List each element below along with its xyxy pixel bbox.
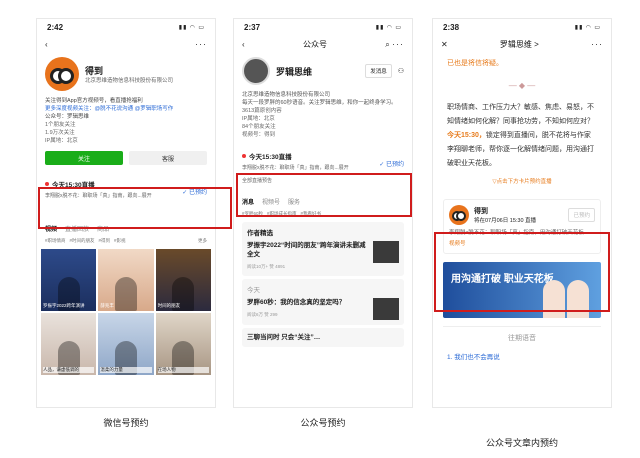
- message-button[interactable]: 发消息: [365, 64, 392, 78]
- search-icon[interactable]: ⌕ ···: [385, 39, 404, 50]
- follow-button[interactable]: 关注: [45, 151, 123, 165]
- live-dot-icon: [242, 154, 246, 158]
- caption-article: 公众号文章内预约: [485, 438, 558, 448]
- prev-section: 往期语音: [443, 326, 601, 343]
- video-thumb[interactable]: 温柔的力量: [98, 313, 154, 375]
- status-bar: 2:37 ▮▮ ◠ ▭: [244, 22, 402, 32]
- highlight-box: [236, 173, 412, 217]
- nav-bar: ✕ 罗辑思维 > ···: [433, 35, 611, 53]
- article-card[interactable]: 三聊当问时 只会“关注”…: [242, 328, 404, 347]
- tag[interactable]: #时间的朋友: [70, 238, 95, 244]
- back-icon[interactable]: ‹: [45, 40, 48, 49]
- account-link[interactable]: 罗辑思维 >: [500, 39, 539, 50]
- highlight-box: [38, 187, 232, 229]
- reserved-button[interactable]: 已预约: [568, 208, 595, 222]
- owl-logo-icon: [449, 205, 469, 225]
- profile-name: 罗辑思维: [276, 66, 313, 77]
- profile-header: 得到 北京思维造物信息科技股份有限公司: [37, 53, 215, 95]
- video-account-link[interactable]: 视频号：得到: [242, 131, 404, 139]
- back-icon[interactable]: ‹: [242, 40, 245, 49]
- video-thumb[interactable]: 罗振宇2022跨年演讲: [41, 249, 97, 311]
- divider-icon: — ◆ —: [508, 81, 536, 90]
- video-thumb[interactable]: 人品，谦虚低调的: [41, 313, 97, 375]
- tag-row: #职场情商 #时间的朋友 #得到 #影视 更多: [37, 236, 215, 246]
- article-body: 已也是将信将疑。 — ◆ — 职场情商、工作压力大？敏感、焦虑、易怒，不知情绪如…: [433, 53, 611, 193]
- caption-wechat: 微信号预约: [103, 418, 149, 428]
- video-thumb[interactable]: 薛兆丰: [98, 249, 154, 311]
- tag[interactable]: #职场情商: [45, 238, 66, 244]
- tag[interactable]: #得到: [99, 238, 111, 244]
- tag[interactable]: #影视: [114, 238, 126, 244]
- article-thumb: [373, 298, 399, 320]
- profile-info: 北京思维造物信息科技股份有限公司 每天一段罗胖的60秒语音。关注罗辑思维，和你一…: [234, 89, 412, 141]
- live-dot-icon: [45, 182, 49, 186]
- signal-icon: ▮▮ ◠ ▭: [574, 24, 601, 31]
- avatar: [242, 57, 270, 85]
- signal-icon: ▮▮ ◠ ▭: [178, 24, 205, 31]
- owl-logo-icon: [45, 57, 79, 91]
- article-card[interactable]: 作者精选 罗振宇2022“时间的朋友”跨年演讲未删减全文 阅读10万+ 赞 489…: [242, 222, 404, 276]
- profile-link[interactable]: 更多深度视频关注：@脱不花说沟通 @罗辑职场写作: [45, 105, 207, 113]
- more-link[interactable]: 更多: [198, 238, 207, 244]
- service-button[interactable]: 客服: [129, 151, 207, 165]
- video-grid: 罗振宇2022跨年演讲 薛兆丰 时间的朋友 人品，谦虚低调的 温柔的力量 在场人…: [37, 246, 215, 378]
- more-icon[interactable]: ···: [591, 39, 603, 49]
- highlight-box: [434, 232, 610, 312]
- video-thumb[interactable]: 在场人物: [155, 313, 211, 375]
- profile-desc: 关注得到App官方视频号，看直播抢福利 更多深度视频关注：@脱不花说沟通 @罗辑…: [37, 95, 215, 147]
- user-icon[interactable]: ⚇: [398, 67, 404, 75]
- prev-item[interactable]: 1. 我们也不会再说: [433, 347, 611, 365]
- profile-name: 得到: [85, 65, 104, 76]
- reserved-button[interactable]: ✓ 已预约: [379, 159, 404, 168]
- phone-article: 2:38 ▮▮ ◠ ▭ ✕ 罗辑思维 > ··· 已也是将信将疑。 — ◆ — 职场情…: [432, 18, 612, 408]
- article-thumb: [373, 241, 399, 263]
- nav-bar: ‹ ···: [37, 35, 215, 53]
- profile-header: 罗辑思维 发消息 ⚇: [234, 53, 412, 89]
- status-bar: 2:42 ▮▮ ◠ ▭: [47, 22, 205, 32]
- signal-icon: ▮▮ ◠ ▭: [375, 24, 402, 31]
- close-icon[interactable]: ✕: [441, 40, 448, 49]
- more-icon[interactable]: ···: [195, 39, 207, 49]
- video-thumb[interactable]: 时间的朋友: [155, 249, 211, 311]
- profile-company: 北京思维造物信息科技股份有限公司: [85, 77, 174, 84]
- status-bar: 2:38 ▮▮ ◠ ▭: [443, 22, 601, 32]
- nav-bar: ‹ 公众号 ⌕ ···: [242, 38, 404, 50]
- caption-official: 公众号预约: [300, 418, 346, 428]
- article-card[interactable]: 今天 罗胖60秒：我的信念真的坚定吗？ 阅读6万 赞 299: [242, 279, 404, 325]
